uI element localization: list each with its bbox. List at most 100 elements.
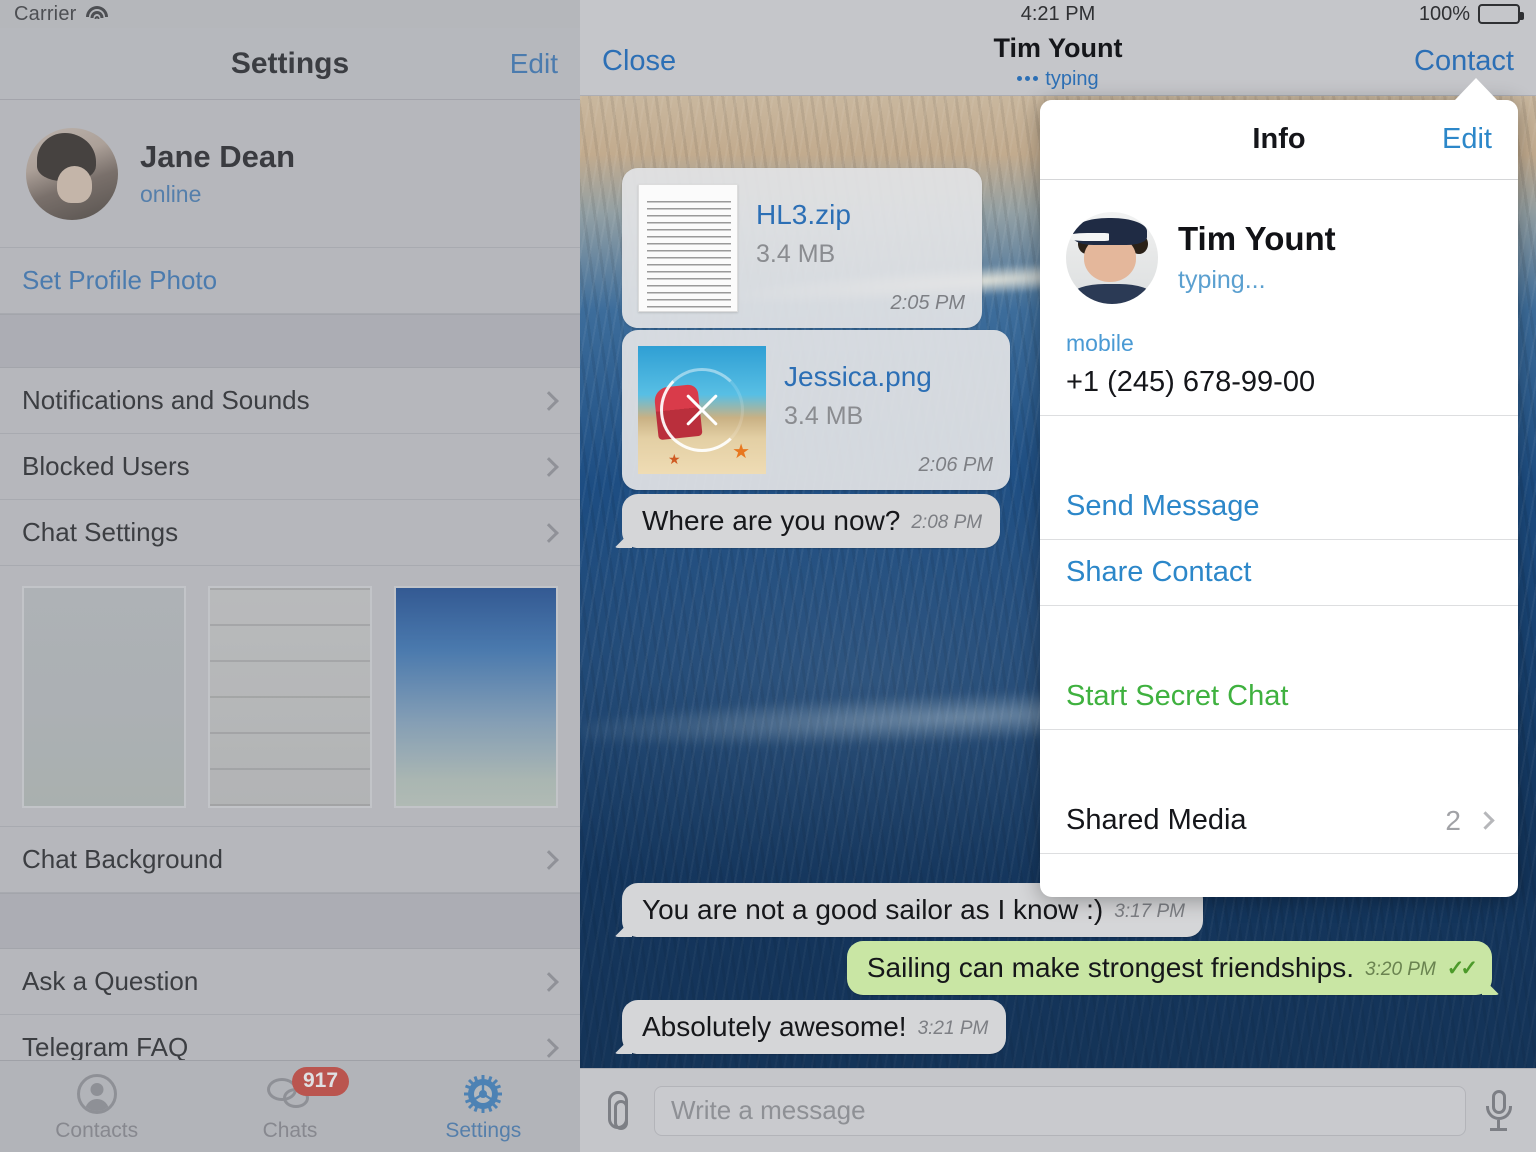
typing-dots-icon — [1017, 76, 1039, 81]
tab-bar: Contacts 917 Chats Settings — [0, 1060, 580, 1152]
close-button[interactable]: Close — [602, 45, 676, 78]
file-name[interactable]: Jessica.png — [784, 361, 994, 393]
shared-media-row[interactable]: Shared Media 2 — [1040, 788, 1518, 854]
contact-info-popover: Info Edit Tim Yount typing... mobile +1 … — [1040, 78, 1518, 897]
sidebar-item-label: Chat Background — [22, 844, 223, 874]
phone-value: +1 (245) 678-99-00 — [1066, 366, 1316, 398]
chat-nav-bar: Close Tim Yount typing Contact — [580, 28, 1536, 96]
chats-icon — [193, 1071, 386, 1117]
sidebar-item-chat-background[interactable]: Chat Background — [0, 827, 580, 893]
sidebar-item-label: Blocked Users — [22, 451, 190, 481]
wallpaper-option-plain[interactable] — [22, 586, 186, 808]
message-time: 3:21 PM — [917, 1018, 989, 1040]
file-message-bubble[interactable]: ★ ★ Jessica.png 3.4 MB 2:06 PM — [622, 330, 1010, 490]
microphone-icon[interactable] — [1484, 1088, 1514, 1134]
popover-tail — [1040, 854, 1518, 894]
carrier-label: Carrier — [14, 2, 77, 25]
battery-indicator: 100% — [1418, 2, 1524, 26]
chevron-right-icon — [539, 971, 559, 992]
message-time: 3:17 PM — [1114, 901, 1186, 923]
tab-settings[interactable]: Settings — [387, 1071, 580, 1143]
share-contact-button[interactable]: Share Contact — [1040, 540, 1518, 606]
app-window: Carrier Settings Edit Jane Dean online S… — [0, 0, 1536, 1152]
chevron-right-icon — [539, 390, 559, 411]
tab-label: Chats — [262, 1118, 318, 1142]
paperclip-icon[interactable] — [602, 1089, 636, 1133]
document-thumbnail[interactable] — [638, 184, 738, 312]
sidebar-status-bar: Carrier — [0, 0, 580, 28]
contact-button[interactable]: Contact — [1414, 45, 1514, 78]
wallpaper-option-blue[interactable] — [394, 586, 558, 808]
shared-media-label: Shared Media — [1066, 804, 1247, 836]
profile-row[interactable]: Jane Dean online — [0, 100, 580, 248]
sidebar-item-label: Ask a Question — [22, 966, 199, 996]
avatar[interactable] — [26, 127, 118, 220]
message-input-placeholder: Write a message — [671, 1095, 866, 1125]
popover-header: Info Edit — [1040, 100, 1518, 180]
section-gap-2 — [0, 893, 580, 949]
phone-label: mobile — [1066, 330, 1134, 356]
tab-label: Settings — [445, 1118, 522, 1142]
sidebar-item-blocked-users[interactable]: Blocked Users — [0, 434, 580, 500]
chevron-right-icon — [1476, 811, 1495, 830]
message-row: Where are you now? 2:08 PM — [622, 494, 1001, 549]
send-message-button[interactable]: Send Message — [1040, 474, 1518, 540]
file-message-bubble[interactable]: HL3.zip 3.4 MB 2:05 PM — [622, 168, 982, 328]
phone-field[interactable]: mobile +1 (245) 678-99-00 — [1040, 310, 1518, 416]
profile-status: online — [140, 180, 202, 207]
message-row: Sailing can make strongest friendships. … — [846, 941, 1492, 996]
message-text: Where are you now? — [642, 505, 901, 536]
popover-contact-row: Tim Yount typing... — [1040, 180, 1518, 310]
sidebar-item-notifications[interactable]: Notifications and Sounds — [0, 368, 580, 434]
wallpaper-preview-strip — [0, 566, 580, 827]
chevron-right-icon — [539, 1037, 559, 1058]
message-time: 2:05 PM — [890, 292, 965, 314]
chat-status-bar: 4:21 PM 100% — [580, 0, 1536, 28]
message-bubble-outgoing[interactable]: Sailing can make strongest friendships. … — [846, 941, 1492, 996]
file-name[interactable]: HL3.zip — [756, 199, 966, 231]
file-size: 3.4 MB — [784, 401, 864, 430]
sidebar-item-chat-settings[interactable]: Chat Settings — [0, 500, 580, 566]
tab-chats[interactable]: 917 Chats — [193, 1066, 386, 1143]
tab-label: Contacts — [55, 1118, 139, 1142]
sidebar-item-ask-a-question[interactable]: Ask a Question — [0, 949, 580, 1015]
popover-spacer-3 — [1040, 730, 1518, 788]
message-time: 3:20 PM — [1365, 959, 1436, 981]
cancel-download-icon[interactable] — [660, 368, 744, 452]
popover-title: Info — [1252, 123, 1306, 155]
sidebar-item-label: Chat Settings — [22, 517, 179, 547]
contact-avatar[interactable] — [1066, 212, 1158, 304]
send-message-label: Send Message — [1066, 490, 1260, 522]
battery-percent: 100% — [1418, 2, 1470, 25]
chat-title-block[interactable]: Tim Yount typing — [993, 32, 1123, 89]
tab-contacts[interactable]: Contacts — [0, 1071, 193, 1143]
wallpaper-option-wood[interactable] — [208, 586, 372, 808]
set-profile-photo-button[interactable]: Set Profile Photo — [0, 248, 580, 314]
shared-media-right: 2 — [1445, 804, 1495, 837]
chevron-right-icon — [539, 522, 559, 543]
message-row: HL3.zip 3.4 MB 2:05 PM — [622, 168, 982, 328]
chat-subtitle: typing — [993, 69, 1122, 89]
start-secret-chat-label: Start Secret Chat — [1066, 680, 1289, 712]
gear-icon — [387, 1071, 580, 1117]
message-bubble-incoming[interactable]: Where are you now? 2:08 PM — [622, 494, 1001, 549]
sidebar-edit-button[interactable]: Edit — [510, 48, 558, 80]
settings-sidebar: Carrier Settings Edit Jane Dean online S… — [0, 0, 580, 1152]
message-text: Absolutely awesome! — [642, 1011, 907, 1042]
message-time: 2:06 PM — [918, 454, 993, 476]
wifi-icon — [85, 6, 108, 22]
contact-name: Tim Yount — [1178, 219, 1336, 257]
chat-title: Tim Yount — [993, 32, 1123, 63]
message-bubble-incoming[interactable]: Absolutely awesome! 3:21 PM — [622, 1000, 1007, 1055]
message-input[interactable]: Write a message — [654, 1085, 1466, 1136]
profile-name: Jane Dean — [140, 139, 296, 175]
image-thumbnail[interactable]: ★ ★ — [638, 346, 766, 474]
message-input-bar: Write a message — [580, 1068, 1536, 1152]
shared-media-count: 2 — [1445, 804, 1461, 836]
start-secret-chat-button[interactable]: Start Secret Chat — [1040, 664, 1518, 730]
popover-edit-button[interactable]: Edit — [1442, 123, 1492, 156]
sidebar-nav-bar: Settings Edit — [0, 28, 580, 100]
popover-spacer-1 — [1040, 416, 1518, 474]
popover-contact-text: Tim Yount typing... — [1178, 219, 1336, 295]
message-row: ★ ★ Jessica.png 3.4 MB 2:06 PM — [622, 330, 1010, 490]
